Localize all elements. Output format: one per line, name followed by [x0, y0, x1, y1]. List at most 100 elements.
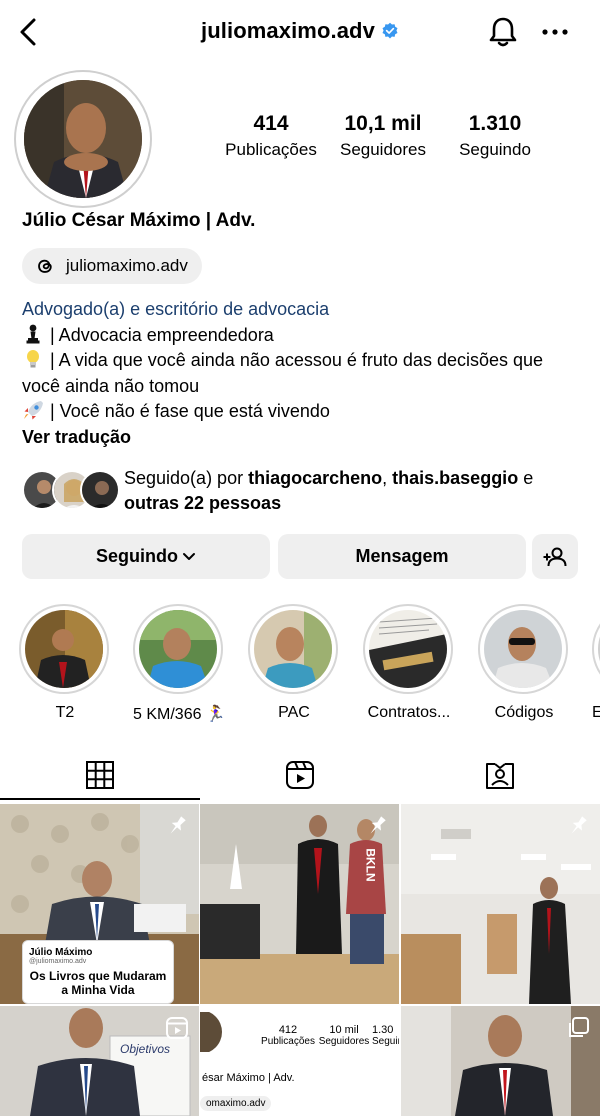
- grid-post[interactable]: [401, 804, 600, 1004]
- story-highlight[interactable]: E: [592, 604, 600, 722]
- post-caption-card: Júlio Máximo @juliomaximo.adv Os Livros …: [22, 940, 174, 1004]
- profile-bio: Advogado(a) e escritório de advocacia | …: [22, 297, 582, 450]
- notifications-bell-icon[interactable]: [486, 14, 520, 50]
- add-person-icon: [543, 547, 567, 566]
- mini-handle: omaximo.adv: [200, 1096, 272, 1111]
- followed-by-text: Seguido(a) por thiagocarcheno, thais.bas…: [124, 466, 533, 516]
- follower-link[interactable]: thiagocarcheno: [248, 468, 382, 488]
- suggested-people-button[interactable]: [532, 534, 578, 579]
- grid-post[interactable]: Objetivos: [0, 1006, 199, 1116]
- story-highlight[interactable]: T2: [19, 604, 111, 722]
- story-highlight[interactable]: Códigos: [478, 604, 570, 722]
- mini-avatar: [200, 1012, 222, 1052]
- bio-line-2: | A vida que você ainda não acessou é fr…: [22, 348, 582, 399]
- followed-by-conjunction: e: [523, 468, 534, 488]
- posts-count[interactable]: 414 Publicações: [216, 112, 326, 160]
- profile-tabs: [0, 748, 600, 802]
- bio-line-2-text: | A vida que você ainda não acessou é fr…: [22, 350, 544, 396]
- tab-reels[interactable]: [200, 748, 400, 802]
- card-title: Os Livros que Mudaram a Minha Vida: [29, 969, 167, 997]
- rocket-icon: [24, 401, 43, 420]
- mini-stat: 1.30 Seguind: [372, 1024, 399, 1047]
- other-followers-link[interactable]: outras 22 pessoas: [124, 493, 281, 513]
- following-button-label: Seguindo: [96, 546, 178, 566]
- profile-category[interactable]: Advogado(a) e escritório de advocacia: [22, 297, 582, 323]
- pinned-icon: [170, 816, 186, 834]
- mini-full-name: ésar Máximo | Adv.: [202, 1072, 295, 1084]
- avatar-photo: [24, 80, 142, 198]
- mini-stat: 412 Publicações: [258, 1024, 318, 1047]
- mini-stat-value: 412: [278, 1024, 298, 1036]
- grid-post[interactable]: 412 Publicações 10 mil Seguidores 1.30 S…: [200, 1006, 399, 1116]
- mini-stat-value: 10 mil: [329, 1024, 359, 1036]
- pinned-icon: [571, 816, 587, 834]
- highlight-cover: [592, 604, 600, 694]
- followers-count-value: 10,1 mil: [344, 112, 422, 135]
- highlight-label: PAC: [278, 704, 310, 721]
- story-highlight[interactable]: PAC: [248, 604, 340, 722]
- highlight-label: T2: [55, 704, 75, 721]
- see-translation-link[interactable]: Ver tradução: [22, 425, 582, 451]
- profile-screenshot-post: 412 Publicações 10 mil Seguidores 1.30 S…: [200, 1006, 399, 1116]
- highlight-cover: [133, 604, 223, 694]
- profile-full-name: Júlio César Máximo | Adv.: [22, 210, 256, 231]
- highlight-cover: [19, 604, 109, 694]
- followers-count[interactable]: 10,1 mil Seguidores: [330, 112, 436, 160]
- posts-count-label: Publicações: [225, 140, 317, 159]
- threads-handle: juliomaximo.adv: [66, 256, 188, 275]
- tab-tagged[interactable]: [400, 748, 600, 802]
- lightbulb-icon: [27, 350, 39, 368]
- highlight-cover: [363, 604, 453, 694]
- reels-icon: [286, 761, 314, 789]
- mini-stat: 10 mil Seguidores: [316, 1024, 372, 1047]
- threads-badge[interactable]: juliomaximo.adv: [22, 248, 202, 284]
- followed-by-row[interactable]: Seguido(a) por thiagocarcheno, thais.bas…: [22, 466, 592, 516]
- chess-pawn-icon: [26, 324, 40, 343]
- whiteboard-text: Objetivos: [120, 1042, 171, 1056]
- grid-post[interactable]: [401, 1006, 600, 1116]
- following-count-value: 1.310: [468, 112, 522, 135]
- following-button[interactable]: Seguindo: [22, 534, 270, 579]
- bio-line-1-text: | Advocacia empreendedora: [50, 324, 274, 345]
- tab-posts-grid[interactable]: [0, 748, 200, 802]
- more-options-icon[interactable]: [540, 22, 570, 42]
- mini-stat-label: Seguidores: [318, 1036, 370, 1047]
- grid-icon: [86, 761, 114, 789]
- bio-line-3: | Você não é fase que está vivendo: [22, 399, 582, 425]
- highlight-cover: [478, 604, 568, 694]
- card-author-handle: @juliomaximo.adv: [29, 958, 87, 965]
- bio-line-3-text: | Você não é fase que está vivendo: [50, 401, 330, 421]
- chevron-down-icon: [183, 552, 195, 560]
- story-highlight[interactable]: 5 KM/366 🏃‍♀️: [133, 604, 226, 724]
- reels-indicator-icon: [166, 1017, 188, 1039]
- grid-post[interactable]: BKLN: [200, 804, 399, 1004]
- username-text: juliomaximo.adv: [201, 18, 375, 43]
- mini-stat-label: Seguind: [372, 1036, 399, 1047]
- following-count[interactable]: 1.310 Seguindo: [440, 112, 550, 160]
- highlight-label: 5 KM/366 🏃‍♀️: [133, 706, 226, 723]
- tagged-person-icon: [486, 763, 514, 789]
- threads-icon: [38, 259, 52, 273]
- message-button[interactable]: Mensagem: [278, 534, 526, 579]
- verified-badge-icon: [382, 22, 398, 39]
- mini-stat-value: 1.30: [372, 1024, 394, 1036]
- followed-by-separator: ,: [382, 468, 388, 488]
- pinned-icon: [370, 816, 386, 834]
- carousel-indicator-icon: [569, 1017, 589, 1037]
- followed-by-prefix: Seguido(a) por: [124, 468, 244, 488]
- following-count-label: Seguindo: [459, 140, 531, 159]
- followers-count-label: Seguidores: [339, 140, 426, 159]
- posts-count-value: 414: [253, 112, 289, 135]
- follower-avatar: [80, 470, 120, 510]
- highlight-label: Contratos...: [367, 704, 451, 721]
- highlight-label: E: [592, 704, 600, 721]
- profile-avatar[interactable]: [14, 70, 152, 208]
- grid-post[interactable]: Júlio Máximo @juliomaximo.adv Os Livros …: [0, 804, 199, 1004]
- card-author-name: Júlio Máximo: [29, 947, 93, 958]
- bio-line-1: | Advocacia empreendedora: [22, 323, 582, 349]
- active-tab-indicator: [0, 798, 200, 800]
- highlight-cover: [248, 604, 338, 694]
- follower-link[interactable]: thais.baseggio: [392, 468, 518, 488]
- story-highlight[interactable]: Contratos...: [363, 604, 455, 722]
- profile-header: juliomaximo.adv: [0, 0, 600, 66]
